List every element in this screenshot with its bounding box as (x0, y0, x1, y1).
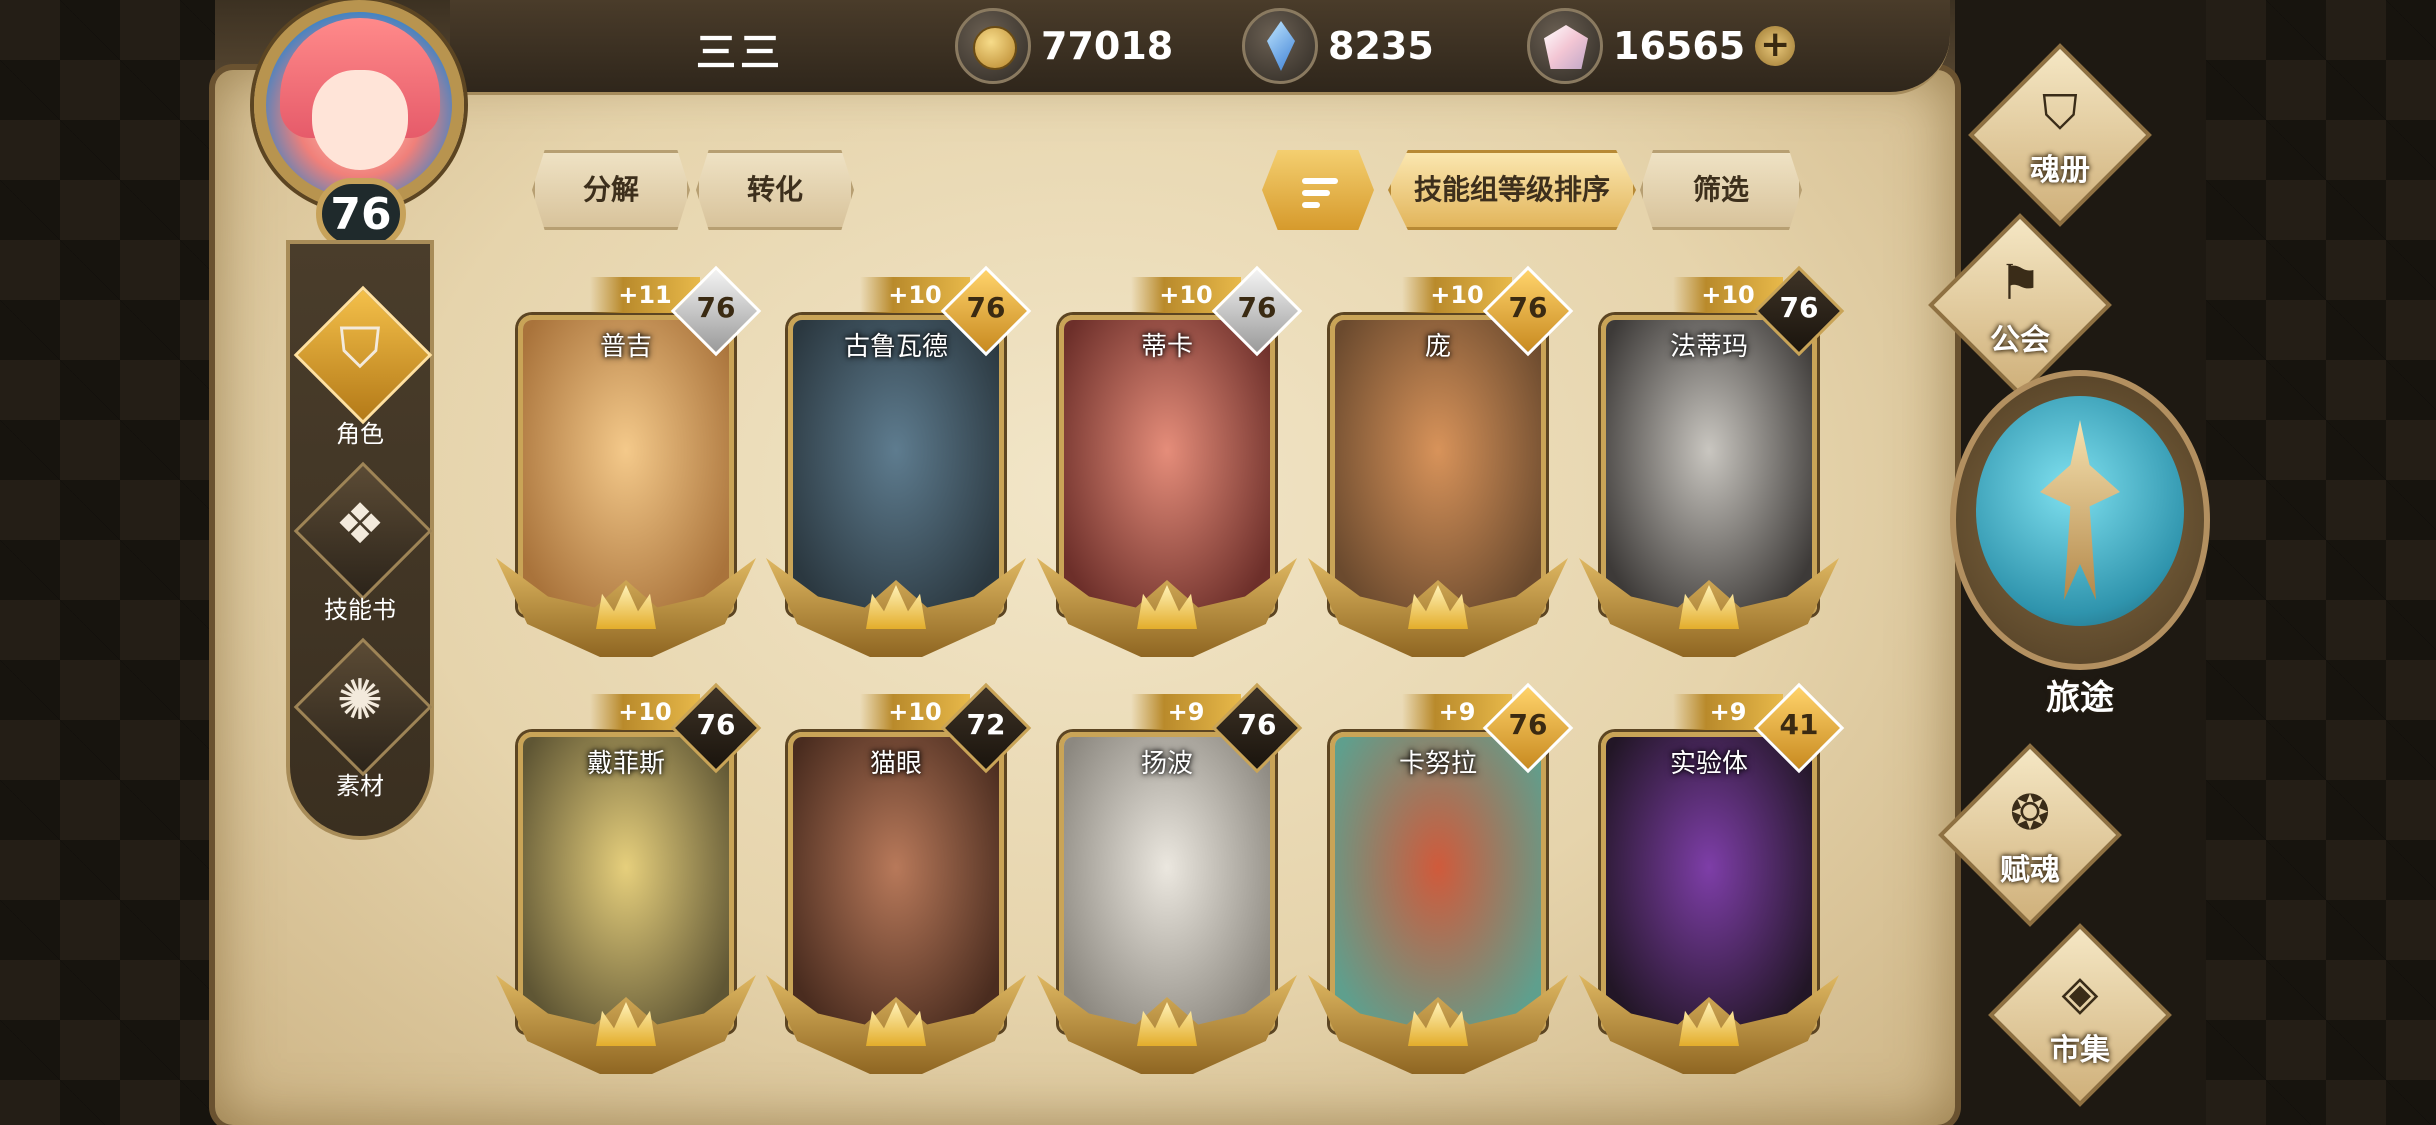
gold-amount: 77018 (1041, 24, 1174, 68)
pink-gem-icon (1527, 8, 1603, 84)
sort-line-icon (1302, 202, 1320, 208)
left-background (0, 0, 230, 1125)
character-level: 41 (1779, 708, 1819, 741)
add-gem-button[interactable]: + (1755, 26, 1796, 66)
character-level: 76 (966, 291, 1006, 324)
player-avatar[interactable]: 76 (216, 0, 506, 250)
card-frame: 戴菲斯 (518, 732, 734, 1032)
card-frame: 法蒂玛 (1601, 315, 1817, 615)
journey-button[interactable]: 旅途 (1950, 370, 2210, 730)
convert-button[interactable]: 转化 (696, 150, 854, 230)
card-frame: 卡努拉 (1330, 732, 1546, 1032)
card-frame: 扬波 (1059, 732, 1275, 1032)
avatar-face (312, 70, 408, 170)
decompose-button[interactable]: 分解 (532, 150, 690, 230)
menu-label: 魂册 (2030, 153, 2090, 188)
player-name: 三三 (696, 30, 784, 76)
blue-crystal-icon (1242, 8, 1318, 84)
nav-item-skill-book[interactable]: ❖ 技能书 (290, 461, 433, 640)
gem-amount: 16565 (1613, 24, 1746, 68)
currency-gem: 16565 + (1527, 8, 1796, 84)
character-portrait (1064, 737, 1270, 1027)
market-button[interactable]: ◈ 市集 (1950, 920, 2210, 1120)
character-card[interactable]: 法蒂玛 +10 76 (1579, 265, 1845, 675)
character-card[interactable]: 实验体 +9 41 (1579, 682, 1845, 1092)
character-card[interactable]: 蒂卡 +10 76 (1037, 265, 1303, 675)
nav-label: 技能书 (324, 596, 396, 624)
character-card[interactable]: 普吉 +11 76 (496, 265, 762, 675)
helmet-icon: ⛉ (2041, 85, 2078, 141)
left-nav: ⛉ 角色 ❖ 技能书 ✺ 素材 (286, 240, 434, 840)
character-level: 72 (966, 708, 1006, 741)
character-card[interactable]: 卡努拉 +9 76 (1308, 682, 1574, 1092)
crystal-amount: 8235 (1328, 24, 1434, 68)
sort-line-icon (1302, 190, 1330, 196)
menu-label: 市集 (2050, 1033, 2110, 1068)
card-frame: 普吉 (518, 315, 734, 615)
sort-mode-button[interactable]: 技能组等级排序 (1388, 150, 1636, 230)
currency-crystal: 8235 (1242, 8, 1434, 84)
character-card[interactable]: 庞 +10 76 (1308, 265, 1574, 675)
character-card[interactable]: 猫眼 +10 72 (766, 682, 1032, 1092)
character-portrait (1335, 320, 1541, 610)
filter-button[interactable]: 筛选 (1640, 150, 1802, 230)
swirl-icon: ❂ (2009, 785, 2051, 841)
skill-book-icon: ❖ (334, 492, 386, 557)
nav-label: 素材 (336, 772, 384, 800)
gold-coin-icon (955, 8, 1031, 84)
character-level: 76 (1508, 291, 1548, 324)
guild-banner-icon: ⚑ (1998, 255, 2042, 311)
character-portrait (793, 320, 999, 610)
card-frame: 庞 (1330, 315, 1546, 615)
character-portrait (793, 737, 999, 1027)
nav-item-material[interactable]: ✺ 素材 (290, 637, 433, 816)
right-background (2206, 0, 2436, 1125)
character-portrait (1335, 737, 1541, 1027)
helmet-icon: ⛉ (339, 316, 381, 381)
sort-line-icon (1302, 178, 1338, 184)
menu-label: 赋魂 (2000, 853, 2060, 888)
character-level: 76 (1508, 708, 1548, 741)
character-card[interactable]: 扬波 +9 76 (1037, 682, 1303, 1092)
character-portrait (1606, 320, 1812, 610)
character-portrait (1064, 320, 1270, 610)
endow-soul-button[interactable]: ❂ 赋魂 (1900, 740, 2160, 940)
character-portrait (523, 320, 729, 610)
character-portrait (1606, 737, 1812, 1027)
nav-item-character[interactable]: ⛉ 角色 (290, 285, 433, 464)
menu-label: 公会 (1990, 323, 2050, 358)
nav-label: 角色 (336, 420, 384, 448)
character-level: 76 (1237, 708, 1277, 741)
character-card[interactable]: 古鲁瓦德 +10 76 (766, 265, 1032, 675)
card-frame: 蒂卡 (1059, 315, 1275, 615)
journey-label: 旅途 (2046, 678, 2114, 718)
character-level: 76 (1779, 291, 1819, 324)
sort-order-button[interactable] (1262, 150, 1374, 230)
character-portrait (523, 737, 729, 1027)
gem-icon: ◈ (2061, 965, 2099, 1021)
character-card[interactable]: 戴菲斯 +10 76 (496, 682, 762, 1092)
card-frame: 实验体 (1601, 732, 1817, 1032)
card-frame: 猫眼 (788, 732, 1004, 1032)
character-level: 76 (696, 708, 736, 741)
material-icon: ✺ (336, 668, 384, 733)
card-frame: 古鲁瓦德 (788, 315, 1004, 615)
character-level: 76 (1237, 291, 1277, 324)
character-level: 76 (696, 291, 736, 324)
currency-gold: 77018 (955, 8, 1173, 84)
